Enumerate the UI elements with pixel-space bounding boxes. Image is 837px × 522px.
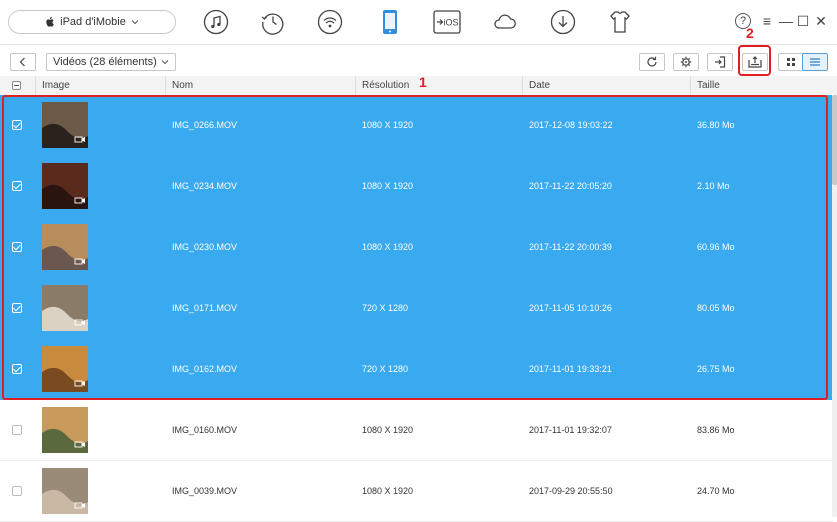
menu-button[interactable]: ≡ <box>760 13 774 29</box>
table-row[interactable]: IMG_0039.MOV 1080 X 1920 2017-09-29 20:55:… <box>0 461 833 522</box>
file-size: 36.80 Mo <box>697 120 735 130</box>
refresh-icon <box>647 56 657 67</box>
file-size: 24.70 Mo <box>697 486 735 496</box>
file-name: IMG_0162.MOV <box>172 364 238 374</box>
video-thumbnail[interactable] <box>42 163 88 209</box>
category-label: Vidéos (28 éléments) <box>53 56 157 68</box>
file-name: IMG_0039.MOV <box>172 486 238 496</box>
file-name: IMG_0230.MOV <box>172 242 238 252</box>
apple-icon <box>46 16 54 27</box>
row-checkbox[interactable] <box>12 242 22 252</box>
device-icon[interactable] <box>377 9 403 35</box>
row-checkbox[interactable] <box>12 486 22 496</box>
highlight-export <box>738 45 771 76</box>
file-date: 2017-12-08 19:03:22 <box>529 120 613 130</box>
video-thumbnail[interactable] <box>42 346 88 392</box>
table-row[interactable]: IMG_0234.MOV 1080 X 1920 2017-11-22 20:05:… <box>0 156 833 217</box>
column-date[interactable]: Date <box>522 76 690 95</box>
device-name: iPad d'iMobie <box>60 16 126 28</box>
grid-icon <box>787 58 795 66</box>
to-ios-label: iOS <box>444 18 459 28</box>
file-name: IMG_0171.MOV <box>172 303 238 313</box>
file-date: 2017-11-22 20:00:39 <box>529 242 612 252</box>
list-icon <box>810 58 820 66</box>
file-date: 2017-11-05 10:10:26 <box>529 303 612 313</box>
file-name: IMG_0266.MOV <box>172 120 238 130</box>
wifi-icon[interactable] <box>317 9 343 35</box>
video-thumbnail[interactable] <box>42 407 88 453</box>
file-resolution: 1080 X 1920 <box>362 181 414 191</box>
row-checkbox[interactable] <box>12 120 22 130</box>
refresh-button[interactable] <box>639 53 665 71</box>
settings-button[interactable] <box>673 53 699 71</box>
column-image[interactable]: Image <box>35 76 165 95</box>
scrollbar-thumb[interactable] <box>832 95 837 185</box>
table-row[interactable]: IMG_0230.MOV 1080 X 1920 2017-11-22 20:00:… <box>0 217 833 278</box>
file-resolution: 1080 X 1920 <box>362 120 414 130</box>
file-resolution: 1080 X 1920 <box>362 486 414 496</box>
file-resolution: 1080 X 1920 <box>362 425 414 435</box>
download-icon[interactable] <box>550 9 576 35</box>
video-list: IMG_0266.MOV 1080 X 1920 2017-12-08 19:03:… <box>0 95 833 522</box>
file-name: IMG_0234.MOV <box>172 181 238 191</box>
minimize-button[interactable]: — <box>779 13 793 29</box>
back-button[interactable] <box>10 53 36 71</box>
column-name[interactable]: Nom <box>165 76 355 95</box>
top-bar: iPad d'iMobie iOS ? ≡ — ☐ ✕ <box>0 0 837 44</box>
list-view-button[interactable] <box>802 53 828 71</box>
file-resolution: 720 X 1280 <box>362 364 409 374</box>
file-size: 83.86 Mo <box>697 425 735 435</box>
row-checkbox[interactable] <box>12 303 22 313</box>
file-name: IMG_0160.MOV <box>172 425 238 435</box>
device-selector[interactable]: iPad d'iMobie <box>8 10 176 34</box>
annotation-2: 2 <box>746 25 754 41</box>
video-thumbnail[interactable] <box>42 285 88 331</box>
category-dropdown[interactable]: Vidéos (28 éléments) <box>46 53 176 71</box>
file-size: 2.10 Mo <box>697 181 730 191</box>
file-date: 2017-11-22 20:05:20 <box>529 181 612 191</box>
close-button[interactable]: ✕ <box>814 13 828 29</box>
music-icon[interactable] <box>203 9 229 35</box>
chevron-down-icon <box>131 20 139 25</box>
import-button[interactable] <box>707 53 733 71</box>
table-row[interactable]: IMG_0266.MOV 1080 X 1920 2017-12-08 19:03:… <box>0 95 833 156</box>
tshirt-icon[interactable] <box>607 9 633 35</box>
table-row[interactable]: IMG_0171.MOV 720 X 1280 2017-11-05 10:10:2… <box>0 278 833 339</box>
row-checkbox[interactable] <box>12 364 22 374</box>
row-checkbox[interactable] <box>12 181 22 191</box>
video-thumbnail[interactable] <box>42 224 88 270</box>
file-size: 26.75 Mo <box>697 364 735 374</box>
import-icon <box>715 56 726 68</box>
chevron-down-icon <box>161 60 169 65</box>
grid-view-button[interactable] <box>778 53 804 71</box>
maximize-button[interactable]: ☐ <box>796 13 810 29</box>
gear-icon <box>680 56 692 68</box>
file-date: 2017-11-01 19:32:07 <box>529 425 612 435</box>
file-size: 80.05 Mo <box>697 303 735 313</box>
column-resolution[interactable]: Résolution <box>355 76 522 95</box>
file-date: 2017-09-29 20:55:50 <box>529 486 613 496</box>
file-resolution: 720 X 1280 <box>362 303 409 313</box>
file-resolution: 1080 X 1920 <box>362 242 414 252</box>
select-all-checkbox[interactable] <box>12 81 21 90</box>
annotation-1: 1 <box>419 74 427 90</box>
table-row[interactable]: IMG_0160.MOV 1080 X 1920 2017-11-01 19:32:… <box>0 400 833 461</box>
content-toolbar: Vidéos (28 éléments) <box>0 44 837 77</box>
history-icon[interactable] <box>260 9 286 35</box>
cloud-icon[interactable] <box>492 9 518 35</box>
table-row[interactable]: IMG_0162.MOV 720 X 1280 2017-11-01 19:33:2… <box>0 339 833 400</box>
file-size: 60.96 Mo <box>697 242 735 252</box>
video-thumbnail[interactable] <box>42 468 88 514</box>
row-checkbox[interactable] <box>12 425 22 435</box>
file-date: 2017-11-01 19:33:21 <box>529 364 612 374</box>
to-ios-icon[interactable]: iOS <box>433 9 461 35</box>
video-thumbnail[interactable] <box>42 102 88 148</box>
chevron-left-icon <box>19 57 25 67</box>
column-size[interactable]: Taille <box>690 76 833 95</box>
